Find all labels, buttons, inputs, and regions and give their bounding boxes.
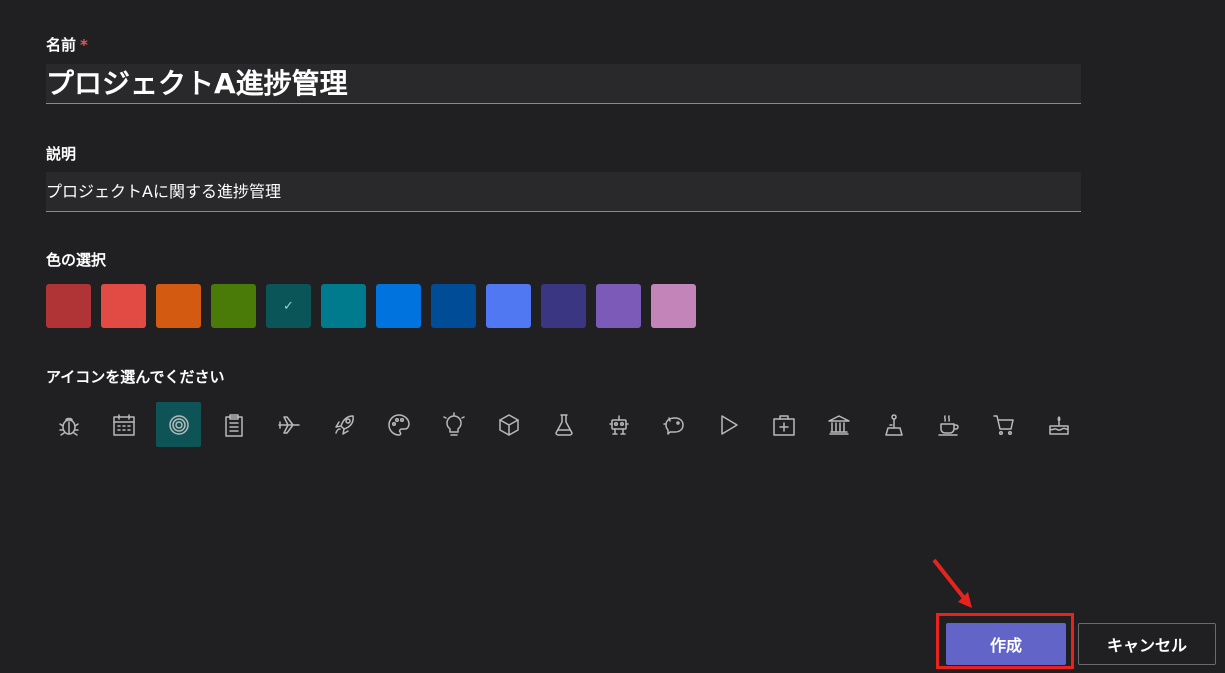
- play-icon[interactable]: [706, 402, 751, 447]
- palette-icon[interactable]: [376, 402, 421, 447]
- color-swatch[interactable]: [651, 284, 696, 328]
- joystick-icon[interactable]: [871, 402, 916, 447]
- lightbulb-icon[interactable]: [431, 402, 476, 447]
- airplane-icon[interactable]: [266, 402, 311, 447]
- color-swatch[interactable]: [376, 284, 421, 328]
- color-swatch[interactable]: [541, 284, 586, 328]
- cake-icon[interactable]: [1036, 402, 1081, 447]
- cart-icon[interactable]: [981, 402, 1026, 447]
- clipboard-icon[interactable]: [211, 402, 256, 447]
- flask-icon[interactable]: [541, 402, 586, 447]
- create-button[interactable]: 作成: [946, 623, 1066, 665]
- required-mark: *: [80, 36, 88, 54]
- icon-list: [46, 402, 1081, 447]
- bug-icon[interactable]: [46, 402, 91, 447]
- name-input[interactable]: プロジェクトA進捗管理: [46, 64, 1081, 104]
- name-label: 名前 *: [46, 36, 88, 54]
- first-aid-icon[interactable]: [761, 402, 806, 447]
- check-icon: ✓: [283, 298, 294, 314]
- description-input[interactable]: プロジェクトAに関する進捗管理: [46, 172, 1081, 212]
- icon-picker-label: アイコンを選んでください: [46, 368, 225, 386]
- red-arrow-icon: [932, 558, 972, 608]
- color-swatch[interactable]: [156, 284, 201, 328]
- color-swatch[interactable]: [431, 284, 476, 328]
- piggy-bank-icon[interactable]: [651, 402, 696, 447]
- color-swatch[interactable]: [321, 284, 366, 328]
- color-swatch[interactable]: ✓: [266, 284, 311, 328]
- cancel-button[interactable]: キャンセル: [1078, 623, 1216, 665]
- cube-icon[interactable]: [486, 402, 531, 447]
- coffee-icon[interactable]: [926, 402, 971, 447]
- color-swatch[interactable]: [46, 284, 91, 328]
- calendar-icon[interactable]: [101, 402, 146, 447]
- color-picker-label: 色の選択: [46, 251, 107, 269]
- bank-icon[interactable]: [816, 402, 861, 447]
- color-swatch[interactable]: [211, 284, 256, 328]
- color-swatch[interactable]: [101, 284, 146, 328]
- target-icon[interactable]: [156, 402, 201, 447]
- robot-icon[interactable]: [596, 402, 641, 447]
- color-swatch[interactable]: [486, 284, 531, 328]
- color-swatch-list: ✓: [46, 284, 696, 328]
- description-label: 説明: [46, 145, 77, 163]
- color-swatch[interactable]: [596, 284, 641, 328]
- rocket-icon[interactable]: [321, 402, 366, 447]
